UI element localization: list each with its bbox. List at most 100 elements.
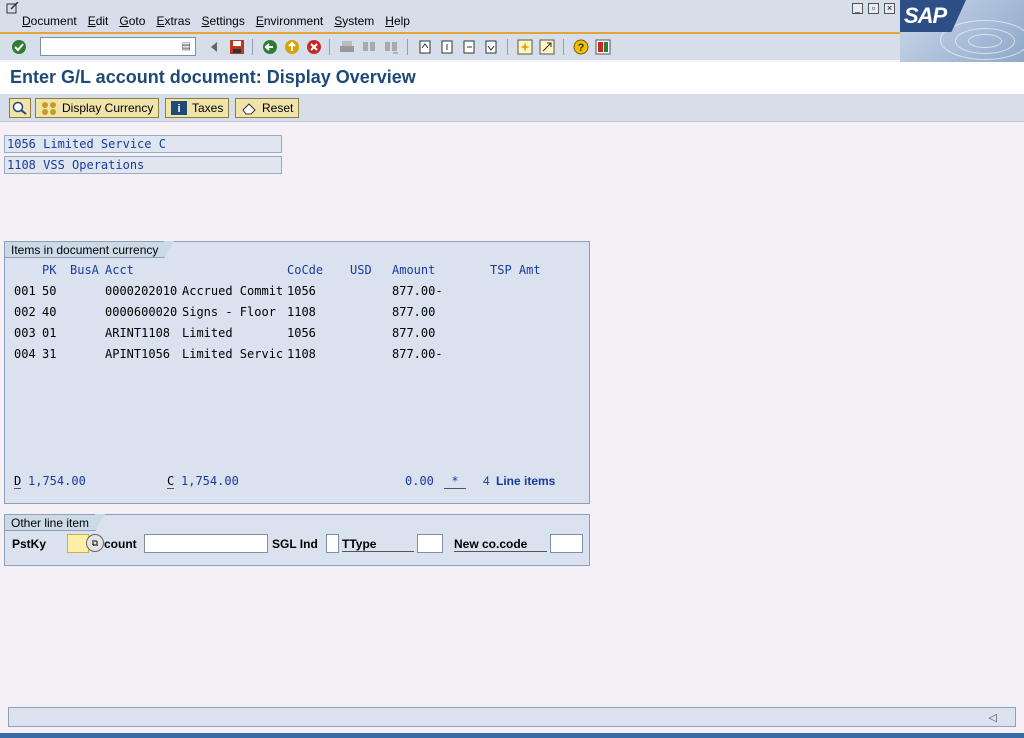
magnifier-icon (12, 101, 27, 115)
row4-amount[interactable]: 877.00- (392, 347, 443, 361)
reset-button[interactable]: Reset (235, 98, 300, 118)
new-co-code-label: New co.code (454, 537, 547, 552)
row4-cocde[interactable]: 1108 (287, 347, 316, 361)
find-next-icon[interactable] (382, 38, 400, 56)
overview-button[interactable] (9, 98, 31, 118)
menu-bar: Document Edit Goto Extras Settings Envir… (0, 0, 1024, 32)
menu-goto[interactable]: Goto (119, 14, 145, 28)
row3-amount[interactable]: 877.00 (392, 326, 435, 340)
ttype-label: TType (342, 537, 414, 552)
row1-acct[interactable]: 0000202010 (105, 284, 177, 298)
row1-pk[interactable]: 50 (42, 284, 56, 298)
menu-document[interactable]: Document (22, 14, 77, 28)
sap-logo: SAP (900, 0, 1024, 62)
row3-pk[interactable]: 01 (42, 326, 56, 340)
svg-text:?: ? (578, 42, 585, 54)
prev-page-icon[interactable] (438, 38, 456, 56)
cancel-icon[interactable] (305, 38, 323, 56)
row2-pk[interactable]: 40 (42, 305, 56, 319)
page-title: Enter G/L account document: Display Over… (10, 67, 416, 87)
back-small-icon[interactable] (205, 38, 223, 56)
minimize-icon[interactable]: _ (852, 3, 863, 14)
title-area: Enter G/L account document: Display Over… (0, 62, 1024, 94)
standard-toolbar: ▤ ? (0, 34, 900, 60)
menu-help[interactable]: Help (385, 14, 410, 28)
shortcut-icon[interactable] (538, 38, 556, 56)
balance-total: 0.00 (405, 474, 434, 488)
other-line-item-group: Other line item PstKy ⧉ count SGL Ind TT… (4, 514, 590, 566)
row1-line[interactable]: 001 (14, 284, 36, 298)
row2-line[interactable]: 002 (14, 305, 36, 319)
print-icon[interactable] (338, 38, 356, 56)
sap-logo-text: SAP (904, 3, 947, 28)
system-menu-icon[interactable] (6, 2, 20, 14)
row3-line[interactable]: 003 (14, 326, 36, 340)
row2-text[interactable]: Signs - Floor (182, 305, 276, 319)
col-tsp-amt: TSP Amt (490, 263, 541, 277)
col-amount: Amount (392, 263, 436, 277)
pstky-label: PstKy (12, 537, 47, 551)
line-item-count: 4 (483, 474, 490, 488)
menu-environment[interactable]: Environment (256, 14, 323, 28)
sgl-ind-input[interactable] (326, 534, 339, 553)
taxes-label: Taxes (192, 101, 224, 115)
back-arrow-icon[interactable] (261, 38, 279, 56)
row4-pk[interactable]: 31 (42, 347, 56, 361)
first-page-icon[interactable] (416, 38, 434, 56)
balance-indicator: * (444, 474, 466, 489)
menu-extras[interactable]: Extras (156, 14, 190, 28)
sgl-ind-label: SGL Ind (272, 537, 318, 551)
close-window-icon[interactable]: × (884, 3, 895, 14)
bottom-border (0, 733, 1024, 738)
ttype-input[interactable] (417, 534, 443, 553)
menu: Document Edit Goto Extras Settings Envir… (22, 14, 421, 28)
display-currency-button[interactable]: Display Currency (35, 98, 160, 118)
row2-acct[interactable]: 0000600020 (105, 305, 177, 319)
reset-label: Reset (262, 101, 294, 115)
enter-icon[interactable] (10, 38, 28, 56)
command-field[interactable]: ▤ (40, 37, 196, 56)
col-pk: PK (42, 263, 57, 277)
row3-acct[interactable]: ARINT1108 (105, 326, 170, 340)
row4-text[interactable]: Limited Servic (182, 347, 283, 361)
col-acct: Acct (105, 263, 134, 277)
possible-entries-icon[interactable]: ⧉ (86, 534, 104, 552)
row3-text[interactable]: Limited (182, 326, 233, 340)
row1-cocde[interactable]: 1056 (287, 284, 316, 298)
items-group: Items in document currency PK BusA Acct … (4, 241, 590, 504)
menu-system[interactable]: System (334, 14, 374, 28)
exit-icon[interactable] (283, 38, 301, 56)
debit-total: 1,754.00 (28, 474, 86, 488)
row4-line[interactable]: 004 (14, 347, 36, 361)
eraser-icon (242, 103, 256, 115)
row2-cocde[interactable]: 1108 (287, 305, 316, 319)
status-bar: ◁ (8, 707, 1016, 727)
find-icon[interactable] (360, 38, 378, 56)
row3-cocde[interactable]: 1056 (287, 326, 316, 340)
debit-label: D (14, 474, 22, 489)
info-icon: i (171, 101, 187, 115)
menu-edit[interactable]: Edit (88, 14, 109, 28)
layout-icon[interactable] (594, 38, 612, 56)
status-expand-icon[interactable]: ◁ (989, 711, 997, 724)
col-usd: USD (350, 263, 372, 277)
last-page-icon[interactable] (482, 38, 500, 56)
display-currency-label: Display Currency (62, 101, 154, 115)
row4-acct[interactable]: APINT1056 (105, 347, 170, 361)
command-history-icon[interactable]: ▤ (182, 41, 191, 52)
col-cocde: CoCde (287, 263, 324, 277)
save-icon[interactable] (228, 38, 246, 56)
menu-settings[interactable]: Settings (201, 14, 244, 28)
row2-amount[interactable]: 877.00 (392, 305, 435, 319)
create-session-icon[interactable] (516, 38, 534, 56)
taxes-button[interactable]: i Taxes (165, 98, 230, 118)
account-input[interactable] (144, 534, 268, 553)
help-icon[interactable]: ? (572, 38, 590, 56)
restore-icon[interactable]: ▫ (868, 3, 879, 14)
new-co-code-input[interactable] (550, 534, 583, 553)
credit-label: C (167, 474, 175, 489)
application-toolbar: Display Currency i Taxes Reset (0, 94, 1024, 122)
next-page-icon[interactable] (460, 38, 478, 56)
row1-text[interactable]: Accrued Commit (182, 284, 283, 298)
row1-amount[interactable]: 877.00- (392, 284, 443, 298)
